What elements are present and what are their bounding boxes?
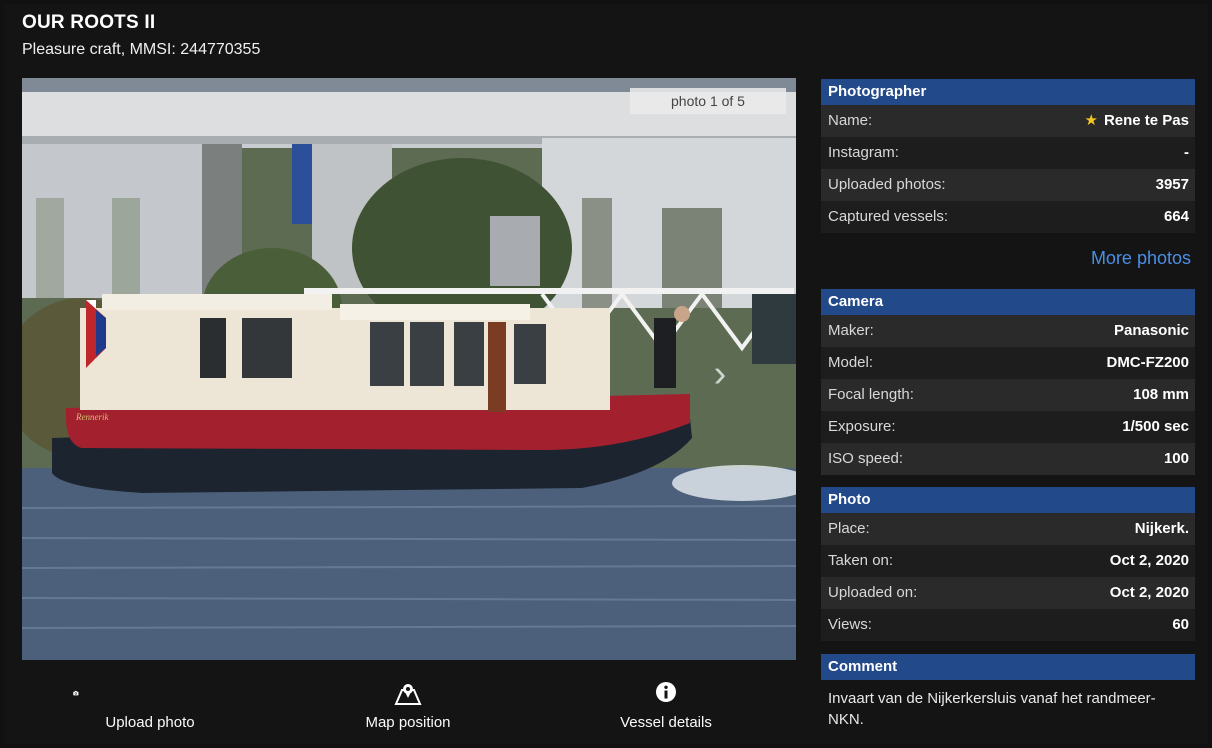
comment-heading: Comment — [821, 654, 1195, 680]
photo-scene: Rennerik — [22, 78, 796, 660]
info-row: Place: Nijkerk. — [821, 513, 1195, 545]
upload-photo-button[interactable]: Upload photo — [50, 672, 250, 736]
action-bar: Upload photo Map position Vessel details — [22, 672, 796, 738]
row-value: 60 — [1172, 616, 1189, 633]
vessel-photo[interactable]: Rennerik photo 1 of 5 › — [22, 78, 796, 660]
row-value: - — [1184, 144, 1189, 161]
upload-photo-label: Upload photo — [105, 714, 195, 731]
row-key: Model: — [828, 354, 874, 371]
info-row: Maker: Panasonic — [821, 315, 1195, 347]
photo-info-heading: Photo — [821, 487, 1195, 513]
row-key: Name: — [828, 112, 873, 129]
row-key: Captured vessels: — [828, 208, 949, 225]
row-value: Oct 2, 2020 — [1109, 584, 1189, 601]
row-key: Views: — [828, 616, 872, 633]
photo-counter: photo 1 of 5 — [630, 88, 786, 114]
comment-text: Invaart van de Nijkerkersluis vanaf het … — [828, 690, 1156, 728]
row-value: 1/500 sec — [1122, 418, 1189, 435]
row-value: 100 — [1163, 450, 1189, 467]
row-value: Panasonic — [1113, 322, 1189, 339]
row-value: 108 mm — [1133, 386, 1189, 403]
row-key: Taken on: — [828, 552, 894, 569]
info-row: Captured vessels: 664 — [821, 201, 1195, 233]
row-value: 664 — [1163, 208, 1189, 225]
row-key: Instagram: — [828, 144, 899, 161]
info-row: Focal length: 108 mm — [821, 379, 1195, 411]
info-row: Uploaded photos: 3957 — [821, 169, 1195, 201]
camera-heading: Camera — [821, 289, 1195, 315]
row-key: Maker: — [828, 322, 874, 339]
photographer-name: Rene te Pas — [1103, 112, 1189, 129]
info-row: Instagram: - — [821, 137, 1195, 169]
photographer-heading: Photographer — [821, 79, 1195, 105]
row-key: Uploaded photos: — [828, 176, 946, 193]
row-key: Uploaded on: — [828, 584, 918, 601]
hull-name-text: Rennerik — [75, 412, 109, 422]
row-key: Focal length: — [828, 386, 914, 403]
row-value: Nijkerk. — [1134, 520, 1189, 537]
more-photos-link[interactable]: More photos — [821, 248, 1191, 269]
row-value: Oct 2, 2020 — [1109, 552, 1189, 569]
info-row: Model: DMC-FZ200 — [821, 347, 1195, 379]
row-value: 3957 — [1155, 176, 1189, 193]
info-row: Name: ★ Rene te Pas — [821, 105, 1195, 137]
row-key: Place: — [828, 520, 870, 537]
photo-info-panel: Photo Place: Nijkerk. Taken on: Oct 2, 2… — [821, 487, 1195, 641]
vessel-name: OUR ROOTS II — [22, 12, 156, 33]
camera-icon — [73, 690, 79, 696]
map-position-label: Map position — [365, 714, 451, 731]
info-row: ISO speed: 100 — [821, 443, 1195, 475]
info-row: Exposure: 1/500 sec — [821, 411, 1195, 443]
info-row: Taken on: Oct 2, 2020 — [821, 545, 1195, 577]
row-key: ISO speed: — [828, 450, 904, 467]
vessel-details-label: Vessel details — [620, 714, 712, 731]
map-icon — [394, 684, 422, 705]
row-value: DMC-FZ200 — [1106, 354, 1189, 371]
info-row: Uploaded on: Oct 2, 2020 — [821, 577, 1195, 609]
vessel-details-button[interactable]: Vessel details — [566, 672, 766, 736]
map-position-button[interactable]: Map position — [308, 672, 508, 736]
photographer-name-link[interactable]: ★ Rene te Pas — [1085, 105, 1190, 137]
row-key: Exposure: — [828, 418, 896, 435]
star-icon: ★ — [1084, 112, 1098, 129]
comment-panel: Comment Invaart van de Nijkerkersluis va… — [821, 654, 1195, 738]
photographer-panel: Photographer Name: ★ Rene te Pas Instagra… — [821, 79, 1195, 233]
next-photo-arrow-icon[interactable]: › — [700, 354, 740, 394]
camera-panel: Camera Maker: Panasonic Model: DMC-FZ200… — [821, 289, 1195, 475]
info-row: Views: 60 — [821, 609, 1195, 641]
vessel-subtitle: Pleasure craft, MMSI: 244770355 — [22, 41, 261, 58]
info-icon — [656, 682, 676, 702]
